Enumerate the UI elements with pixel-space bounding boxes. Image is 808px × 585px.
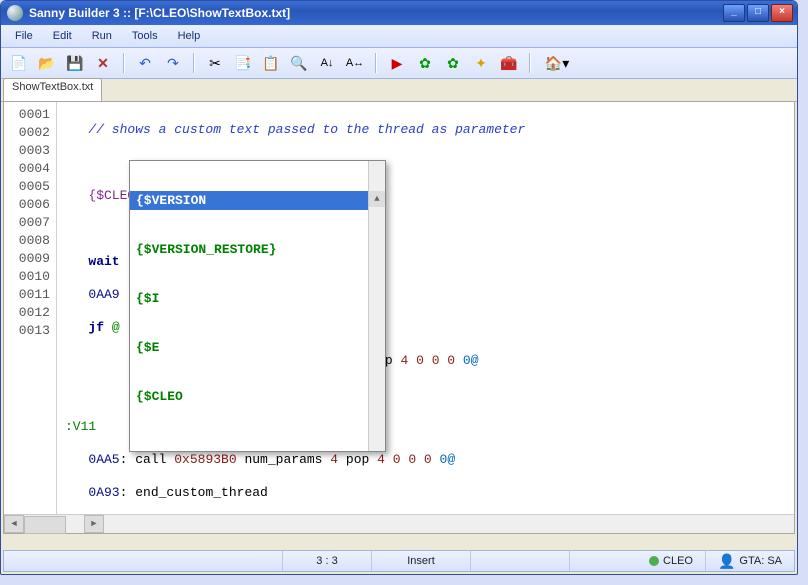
line-gutter: 0001 0002 0003 0004 0005 0006 0007 0008 … <box>4 102 57 514</box>
compile-button[interactable]: ▶ <box>385 51 409 75</box>
autocomplete-popup[interactable]: {$VERSION {$VERSION_RESTORE} {$I {$E {$C… <box>129 160 386 452</box>
scroll-left-icon[interactable]: ◄ <box>4 515 24 533</box>
scroll-up-icon[interactable]: ▲ <box>369 191 385 207</box>
find-icon: 🔍 <box>290 56 307 70</box>
menu-run[interactable]: Run <box>82 27 122 45</box>
autocomplete-item[interactable]: {$I <box>130 289 385 308</box>
copy-button[interactable]: 📑 <box>231 51 255 75</box>
cut-icon: ✂ <box>209 56 221 70</box>
undo-button[interactable]: ↶ <box>133 51 157 75</box>
app-window: Sanny Builder 3 :: [F:\CLEO\ShowTextBox.… <box>0 0 798 575</box>
status-insert-mode: Insert <box>372 551 471 571</box>
minimize-button[interactable]: _ <box>723 4 745 22</box>
status-empty-left <box>4 551 283 571</box>
menu-bar: File Edit Run Tools Help <box>1 25 797 48</box>
run-step-icon: ✿ <box>447 56 459 70</box>
code-area[interactable]: // shows a custom text passed to the thr… <box>57 102 794 514</box>
redo-icon: ↷ <box>167 56 179 70</box>
maximize-button[interactable]: □ <box>747 4 769 22</box>
window-title: Sanny Builder 3 :: [F:\CLEO\ShowTextBox.… <box>29 6 723 20</box>
game-icon: 👤 <box>718 554 735 568</box>
run-green-icon: ✿ <box>419 56 431 70</box>
cleo-dot-icon <box>649 556 659 566</box>
toolbar-separator <box>123 53 125 73</box>
find-next-button[interactable]: A↓ <box>315 51 339 75</box>
status-cell-blank <box>471 551 570 571</box>
scroll-right-icon[interactable]: ► <box>84 515 104 533</box>
new-file-button[interactable]: 📄 <box>7 51 31 75</box>
run-button[interactable]: ✿ <box>413 51 437 75</box>
close-file-button[interactable]: ✕ <box>91 51 115 75</box>
app-icon <box>7 5 23 21</box>
status-bar: 3 : 3 Insert CLEO 👤GTA: SA <box>3 550 795 572</box>
redo-button[interactable]: ↷ <box>161 51 185 75</box>
cut-button[interactable]: ✂ <box>203 51 227 75</box>
find-next-icon: A↓ <box>321 58 334 69</box>
options-dropdown-icon: 🏠▾ <box>545 56 569 70</box>
tab-strip: ShowTextBox.txt <box>1 79 797 102</box>
save-file-button[interactable]: 💾 <box>63 51 87 75</box>
autocomplete-item[interactable]: {$CLEO <box>130 387 385 406</box>
run-step-button[interactable]: ✿ <box>441 51 465 75</box>
paste-icon: 📋 <box>262 56 279 70</box>
copy-icon: 📑 <box>234 56 251 70</box>
horizontal-scrollbar[interactable]: ◄ ► <box>4 514 794 533</box>
menu-file[interactable]: File <box>5 27 43 45</box>
status-game[interactable]: 👤GTA: SA <box>706 551 794 571</box>
highlight-icon: ✦ <box>475 56 487 70</box>
autocomplete-item[interactable]: {$VERSION <box>130 191 385 210</box>
highlight-button[interactable]: ✦ <box>469 51 493 75</box>
autocomplete-item[interactable]: {$E <box>130 338 385 357</box>
undo-icon: ↶ <box>139 56 151 70</box>
open-file-button[interactable]: 📂 <box>35 51 59 75</box>
new-file-icon: 📄 <box>10 56 27 70</box>
title-bar[interactable]: Sanny Builder 3 :: [F:\CLEO\ShowTextBox.… <box>1 1 797 25</box>
toolbar-separator <box>529 53 531 73</box>
find-button[interactable]: 🔍 <box>287 51 311 75</box>
debug-icon: 🧰 <box>500 56 517 70</box>
autocomplete-scrollbar[interactable]: ▲ <box>368 161 385 451</box>
replace-button[interactable]: A↔ <box>343 51 367 75</box>
editor: 0001 0002 0003 0004 0005 0006 0007 0008 … <box>3 101 795 534</box>
close-button[interactable]: × <box>771 4 793 22</box>
toolbar: 📄 📂 💾 ✕ ↶ ↷ ✂ 📑 📋 🔍 A↓ A↔ ▶ ✿ ✿ ✦ 🧰 🏠▾ <box>1 48 797 79</box>
status-cursor-pos: 3 : 3 <box>283 551 372 571</box>
open-file-icon: 📂 <box>38 56 55 70</box>
tab-showtextbox[interactable]: ShowTextBox.txt <box>3 78 102 102</box>
autocomplete-item[interactable]: {$VERSION_RESTORE} <box>130 240 385 259</box>
save-file-icon: 💾 <box>66 56 83 70</box>
toolbar-separator <box>375 53 377 73</box>
menu-help[interactable]: Help <box>168 27 211 45</box>
options-dropdown-button[interactable]: 🏠▾ <box>539 51 575 75</box>
scroll-thumb[interactable] <box>24 516 66 534</box>
menu-tools[interactable]: Tools <box>122 27 168 45</box>
replace-icon: A↔ <box>346 58 364 69</box>
menu-edit[interactable]: Edit <box>43 27 82 45</box>
compile-icon: ▶ <box>392 56 403 70</box>
status-plugin[interactable]: CLEO <box>637 551 706 571</box>
close-file-icon: ✕ <box>97 56 109 70</box>
toolbar-separator <box>193 53 195 73</box>
paste-button[interactable]: 📋 <box>259 51 283 75</box>
debug-button[interactable]: 🧰 <box>497 51 521 75</box>
